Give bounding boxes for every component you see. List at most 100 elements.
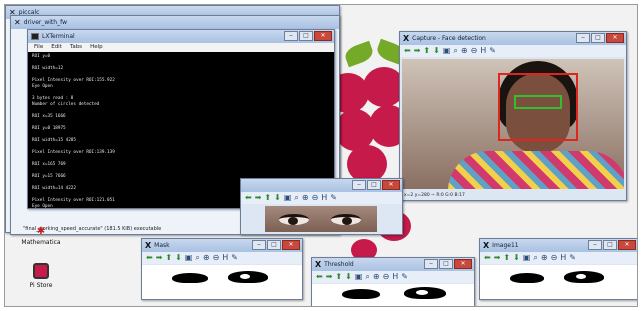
zoom-out-icon[interactable]: ⊖ [383, 272, 390, 282]
maximize-button[interactable]: □ [603, 240, 617, 250]
threshold-titlebar[interactable]: X Threshold ‒ □ ✕ [312, 258, 474, 271]
settings-icon[interactable]: ✎ [489, 46, 496, 56]
pan-up-icon[interactable]: ⬆ [335, 272, 342, 282]
close-button[interactable]: ✕ [382, 180, 400, 190]
minimize-button[interactable]: ‒ [588, 240, 602, 250]
zoom-box-icon[interactable]: ⌕ [365, 272, 369, 282]
pan-down-icon[interactable]: ⬇ [345, 272, 352, 282]
zoom-box-icon[interactable]: ⌕ [533, 253, 537, 263]
terminal-titlebar[interactable]: LXTerminal ‒ □ ✕ [28, 30, 334, 43]
zoom-in-icon[interactable]: ⊕ [461, 46, 468, 56]
pan-left-icon[interactable]: ⬅ [316, 272, 323, 282]
image11-titlebar[interactable]: X Image11 ‒ □ ✕ [480, 239, 637, 252]
file-window-titlebar[interactable]: ✕ driver_with_fw [11, 16, 339, 29]
pan-up-icon[interactable]: ⬆ [165, 253, 172, 263]
zoom-box-icon[interactable]: ⌕ [294, 193, 298, 203]
person-body [448, 151, 624, 189]
camera-frame [402, 59, 624, 189]
pan-down-icon[interactable]: ⬇ [274, 193, 281, 203]
pan-right-icon[interactable]: ➡ [326, 272, 333, 282]
maximize-button[interactable]: □ [367, 180, 381, 190]
threshold-window: X Threshold ‒ □ ✕ ⬅ ➡ ⬆ ⬇ ▣ ⌕ ⊕ ⊖ H ✎ [311, 257, 475, 306]
zoom-box-icon[interactable]: ⌕ [195, 253, 199, 263]
zoom-in-icon[interactable]: ⊕ [302, 193, 309, 203]
zoom-out-icon[interactable]: ⊖ [551, 253, 558, 263]
close-button[interactable]: ✕ [454, 259, 472, 269]
capture-title: Capture - Face detection [412, 35, 486, 42]
menu-help[interactable]: Help [90, 44, 103, 51]
desktop: ✕ piccalc ✕ driver_with_fw "final_workin… [4, 4, 638, 307]
close-button[interactable]: ✕ [314, 31, 332, 41]
minimize-button[interactable]: ‒ [576, 33, 590, 43]
maximize-button[interactable]: □ [267, 240, 281, 250]
desktop-icon-mathematica[interactable]: ✱ Mathematica [15, 227, 67, 247]
save-icon[interactable]: H [222, 253, 228, 263]
close-button[interactable]: ✕ [618, 240, 636, 250]
eyes-window: ‒ □ ✕ ⬅ ➡ ⬆ ⬇ ▣ ⌕ ⊕ ⊖ H ✎ [240, 178, 403, 235]
zoom-fit-icon[interactable]: ▣ [185, 253, 193, 263]
pan-right-icon[interactable]: ➡ [156, 253, 163, 263]
settings-icon[interactable]: ✎ [231, 253, 238, 263]
image11-toolbar: ⬅ ➡ ⬆ ⬇ ▣ ⌕ ⊕ ⊖ H ✎ [480, 252, 637, 264]
save-icon[interactable]: H [480, 46, 486, 56]
pan-up-icon[interactable]: ⬆ [423, 46, 430, 56]
settings-icon[interactable]: ✎ [569, 253, 576, 263]
menu-edit[interactable]: Edit [51, 44, 62, 51]
threshold-title: Threshold [324, 261, 354, 268]
zoom-in-icon[interactable]: ⊕ [541, 253, 548, 263]
eyes-titlebar[interactable]: ‒ □ ✕ [241, 179, 402, 192]
mask-toolbar: ⬅ ➡ ⬆ ⬇ ▣ ⌕ ⊕ ⊖ H ✎ [142, 252, 302, 264]
pan-right-icon[interactable]: ➡ [255, 193, 262, 203]
menu-tabs[interactable]: Tabs [70, 44, 82, 51]
minimize-button[interactable]: ‒ [424, 259, 438, 269]
maximize-button[interactable]: □ [299, 31, 313, 41]
settings-icon[interactable]: ✎ [330, 193, 337, 203]
threshold-toolbar: ⬅ ➡ ⬆ ⬇ ▣ ⌕ ⊕ ⊖ H ✎ [312, 271, 474, 283]
zoom-box-icon[interactable]: ⌕ [453, 46, 457, 56]
zoom-in-icon[interactable]: ⊕ [203, 253, 210, 263]
x-logo-icon: X [403, 34, 410, 43]
minimize-button[interactable]: ‒ [284, 31, 298, 41]
zoom-out-icon[interactable]: ⊖ [213, 253, 220, 263]
pan-down-icon[interactable]: ⬇ [433, 46, 440, 56]
save-icon[interactable]: H [321, 193, 327, 203]
terminal-icon [31, 33, 39, 40]
zoom-out-icon[interactable]: ⊖ [471, 46, 478, 56]
settings-icon[interactable]: ✎ [401, 272, 408, 282]
mask-title: Mask [154, 242, 170, 249]
image11-title: Image11 [492, 242, 519, 249]
zoom-fit-icon[interactable]: ▣ [284, 193, 292, 203]
zoom-out-icon[interactable]: ⊖ [312, 193, 319, 203]
maximize-button[interactable]: □ [591, 33, 605, 43]
pan-down-icon[interactable]: ⬇ [513, 253, 520, 263]
pan-left-icon[interactable]: ⬅ [245, 193, 252, 203]
eye-detection-box [514, 95, 562, 109]
x-logo-icon: X [483, 241, 490, 250]
pan-up-icon[interactable]: ⬆ [503, 253, 510, 263]
pan-down-icon[interactable]: ⬇ [175, 253, 182, 263]
pan-right-icon[interactable]: ➡ [414, 46, 421, 56]
zoom-fit-icon[interactable]: ▣ [523, 253, 531, 263]
capture-titlebar[interactable]: X Capture - Face detection ‒ □ ✕ [400, 32, 626, 45]
image11-window: X Image11 ‒ □ ✕ ⬅ ➡ ⬆ ⬇ ▣ ⌕ ⊕ ⊖ H ✎ [479, 238, 637, 300]
pan-left-icon[interactable]: ⬅ [146, 253, 153, 263]
mask-titlebar[interactable]: X Mask ‒ □ ✕ [142, 239, 302, 252]
desktop-icon-pi-store[interactable]: Pi Store [19, 263, 63, 289]
zoom-fit-icon[interactable]: ▣ [355, 272, 363, 282]
pan-left-icon[interactable]: ⬅ [484, 253, 491, 263]
pan-up-icon[interactable]: ⬆ [264, 193, 271, 203]
pan-right-icon[interactable]: ➡ [494, 253, 501, 263]
save-icon[interactable]: H [560, 253, 566, 263]
save-icon[interactable]: H [392, 272, 398, 282]
zoom-in-icon[interactable]: ⊕ [373, 272, 380, 282]
pan-left-icon[interactable]: ⬅ [404, 46, 411, 56]
maximize-button[interactable]: □ [439, 259, 453, 269]
minimize-button[interactable]: ‒ [352, 180, 366, 190]
close-button[interactable]: ✕ [606, 33, 624, 43]
capture-toolbar: ⬅ ➡ ⬆ ⬇ ▣ ⌕ ⊕ ⊖ H ✎ [400, 45, 626, 57]
mask-window: X Mask ‒ □ ✕ ⬅ ➡ ⬆ ⬇ ▣ ⌕ ⊕ ⊖ H ✎ [141, 238, 303, 300]
minimize-button[interactable]: ‒ [252, 240, 266, 250]
close-button[interactable]: ✕ [282, 240, 300, 250]
menu-file[interactable]: File [34, 44, 43, 51]
zoom-fit-icon[interactable]: ▣ [443, 46, 451, 56]
